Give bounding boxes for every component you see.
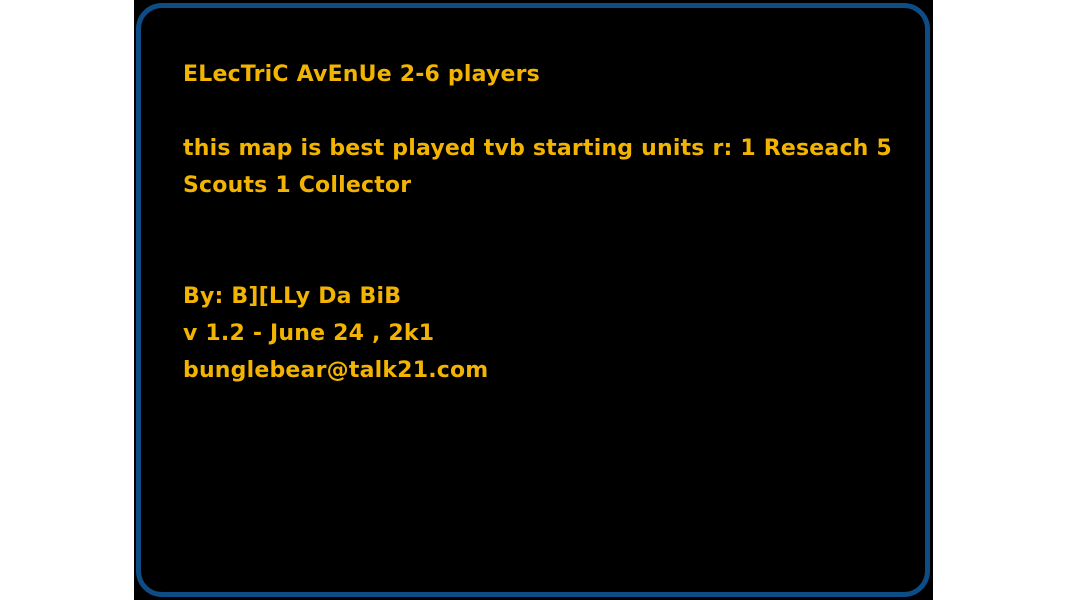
description-line-2: Scouts 1 Collector bbox=[183, 173, 412, 198]
map-title: ELecTriC AvEnUe 2-6 players bbox=[183, 62, 540, 87]
author-credit: By: B][LLy Da BiB bbox=[183, 284, 402, 309]
description-line-1: this map is best played tvb starting uni… bbox=[183, 136, 892, 161]
author-email: bunglebear@talk21.com bbox=[183, 358, 489, 383]
briefing-text: ELecTriC AvEnUe 2-6 players this map is … bbox=[183, 56, 892, 389]
version-info: v 1.2 - June 24 , 2k1 bbox=[183, 321, 435, 346]
